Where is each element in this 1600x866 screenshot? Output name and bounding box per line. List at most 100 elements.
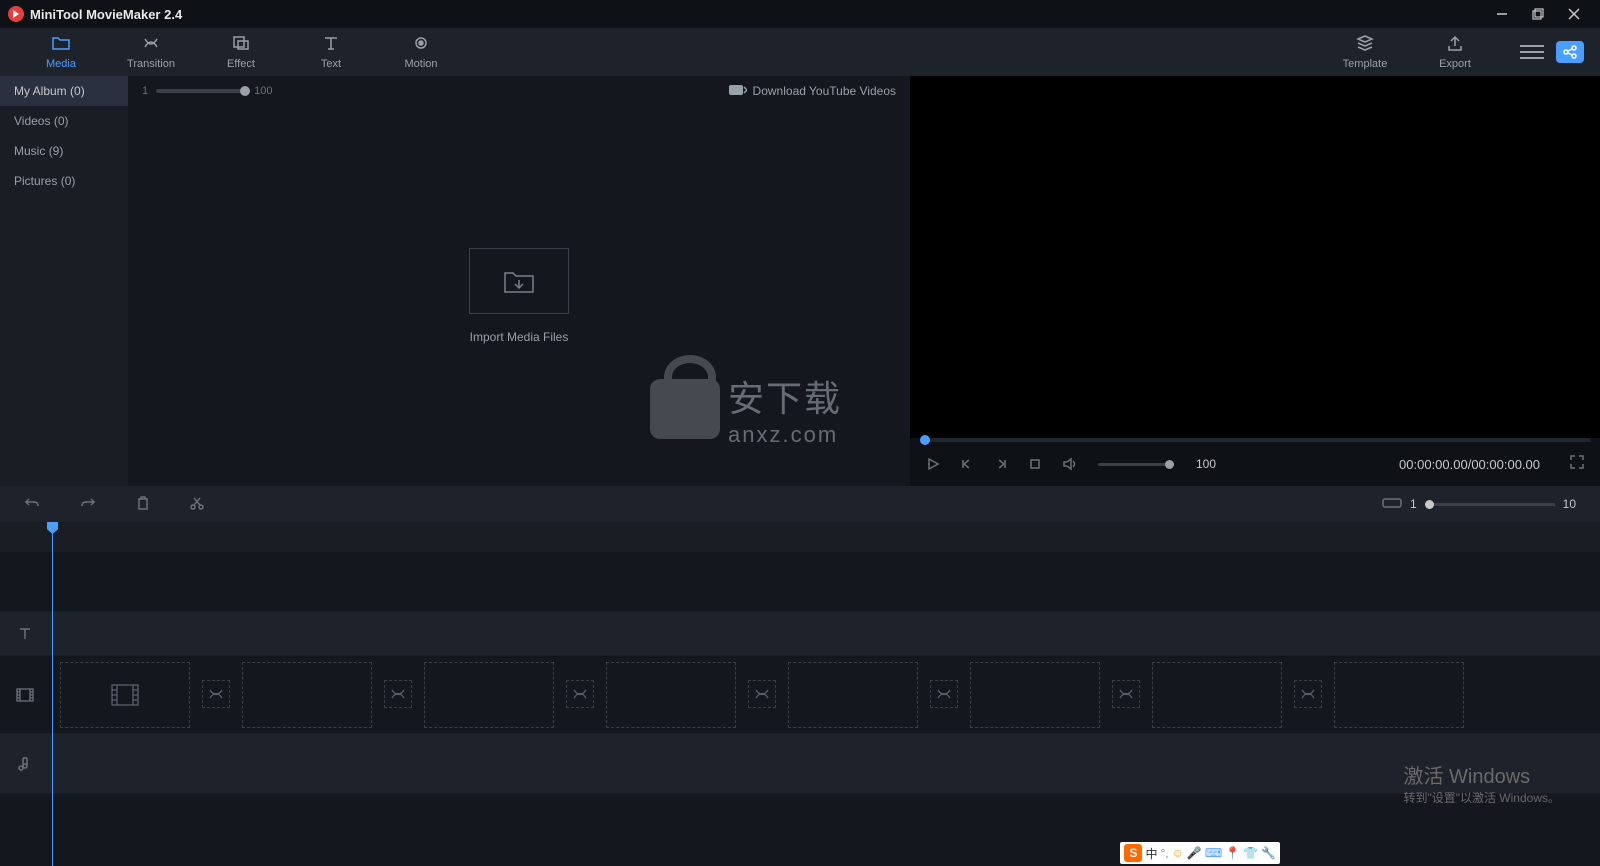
tab-label: Motion	[404, 58, 437, 70]
import-media-button[interactable]	[469, 248, 569, 314]
volume-value: 100	[1196, 457, 1216, 471]
main-area: My Album (0) Videos (0) Music (9) Pictur…	[0, 76, 1600, 486]
text-icon	[322, 35, 340, 56]
clip-slot[interactable]	[1152, 662, 1282, 728]
transition-slot[interactable]	[930, 680, 958, 708]
text-track-icon	[0, 626, 50, 642]
transition-slot[interactable]	[1112, 680, 1140, 708]
ime-emoji-icon: ☺	[1172, 846, 1184, 860]
timeline-tools: 1 10	[0, 486, 1600, 522]
video-track-icon	[0, 687, 50, 703]
undo-button[interactable]	[24, 496, 40, 513]
titlebar: MiniTool MovieMaker 2.4	[0, 0, 1600, 28]
clip-slot[interactable]	[1334, 662, 1464, 728]
download-youtube-label: Download YouTube Videos	[753, 84, 896, 98]
close-button[interactable]	[1556, 0, 1592, 28]
sidebar: My Album (0) Videos (0) Music (9) Pictur…	[0, 76, 128, 486]
sidebar-item-myalbum[interactable]: My Album (0)	[0, 76, 128, 106]
preview-panel: 100 00:00:00.00/00:00:00.00	[910, 76, 1600, 486]
track-audio[interactable]	[0, 734, 1600, 794]
clip-slot[interactable]	[606, 662, 736, 728]
tab-text[interactable]: Text	[286, 28, 376, 76]
redo-button[interactable]	[80, 496, 96, 513]
clip-slot[interactable]	[60, 662, 190, 728]
volume-button[interactable]	[1062, 457, 1078, 471]
zoom-min: 1	[1410, 497, 1417, 511]
tab-media[interactable]: Media	[16, 28, 106, 76]
clip-slot[interactable]	[970, 662, 1100, 728]
audio-track-icon	[0, 756, 50, 772]
fullscreen-button[interactable]	[1570, 455, 1584, 474]
ime-lang: 中	[1145, 845, 1157, 862]
clip-slot[interactable]	[788, 662, 918, 728]
folder-download-icon	[503, 267, 535, 295]
transition-icon	[142, 35, 160, 56]
menu-button[interactable]	[1520, 45, 1544, 59]
tab-label: Media	[46, 58, 76, 70]
share-badge-icon[interactable]	[1556, 41, 1584, 63]
transition-slot[interactable]	[384, 680, 412, 708]
transition-slot[interactable]	[748, 680, 776, 708]
playhead[interactable]	[52, 522, 53, 866]
transition-slot[interactable]	[566, 680, 594, 708]
template-icon	[1356, 35, 1374, 56]
sidebar-item-videos[interactable]: Videos (0)	[0, 106, 128, 136]
import-media-label: Import Media Files	[470, 330, 569, 344]
zoom-slider[interactable]	[1425, 503, 1555, 506]
timeline-ruler[interactable]	[0, 522, 1600, 552]
tab-label: Transition	[127, 58, 175, 70]
preview-screen[interactable]	[910, 76, 1600, 438]
ime-tray[interactable]: S 中 °, ☺ 🎤 ⌨ 📍 👕 🔧	[1120, 842, 1280, 864]
export-label: Export	[1439, 58, 1471, 70]
motion-icon	[412, 35, 430, 56]
zoom-max: 10	[1563, 497, 1576, 511]
ime-tool-icon: 🔧	[1261, 846, 1276, 860]
tab-effect[interactable]: Effect	[196, 28, 286, 76]
track-text[interactable]	[0, 612, 1600, 656]
tab-label: Effect	[227, 58, 255, 70]
next-frame-button[interactable]	[994, 457, 1008, 471]
play-button[interactable]	[926, 457, 940, 471]
tab-motion[interactable]: Motion	[376, 28, 466, 76]
template-button[interactable]: Template	[1320, 28, 1410, 76]
effect-icon	[232, 35, 250, 56]
ime-mic-icon: 🎤	[1187, 846, 1202, 860]
stop-button[interactable]	[1028, 457, 1042, 471]
maximize-button[interactable]	[1520, 0, 1556, 28]
thumb-size-slider[interactable]	[156, 89, 246, 93]
youtube-download-icon	[729, 83, 747, 100]
thumb-size-min: 1	[142, 85, 148, 97]
tab-transition[interactable]: Transition	[106, 28, 196, 76]
folder-icon	[52, 35, 70, 56]
transition-slot[interactable]	[202, 680, 230, 708]
clip-slot[interactable]	[424, 662, 554, 728]
track-video[interactable]	[0, 656, 1600, 734]
transition-slot[interactable]	[1294, 680, 1322, 708]
track-empty	[0, 552, 1600, 612]
sidebar-item-music[interactable]: Music (9)	[0, 136, 128, 166]
split-button[interactable]	[190, 496, 204, 513]
template-label: Template	[1343, 58, 1388, 70]
export-icon	[1446, 35, 1464, 56]
export-button[interactable]: Export	[1410, 28, 1500, 76]
clip-slot[interactable]	[242, 662, 372, 728]
app-logo-icon	[8, 6, 24, 22]
fit-button[interactable]	[1382, 496, 1402, 513]
prev-frame-button[interactable]	[960, 457, 974, 471]
app-title: MiniTool MovieMaker 2.4	[30, 7, 182, 22]
download-youtube-button[interactable]: Download YouTube Videos	[729, 83, 896, 100]
minimize-button[interactable]	[1484, 0, 1520, 28]
preview-seek-slider[interactable]	[920, 438, 1590, 442]
delete-button[interactable]	[136, 496, 150, 513]
volume-slider[interactable]	[1098, 463, 1170, 466]
tab-label: Text	[321, 58, 341, 70]
clip-placeholder-icon	[111, 683, 139, 707]
ime-skin-icon: 👕	[1243, 846, 1258, 860]
ime-pin-icon: 📍	[1225, 846, 1240, 860]
ime-s-icon: S	[1124, 844, 1142, 862]
preview-time: 00:00:00.00/00:00:00.00	[1399, 457, 1540, 472]
thumb-size-max: 100	[254, 85, 272, 97]
timeline	[0, 522, 1600, 866]
ime-punct-icon: °,	[1160, 846, 1168, 860]
sidebar-item-pictures[interactable]: Pictures (0)	[0, 166, 128, 196]
